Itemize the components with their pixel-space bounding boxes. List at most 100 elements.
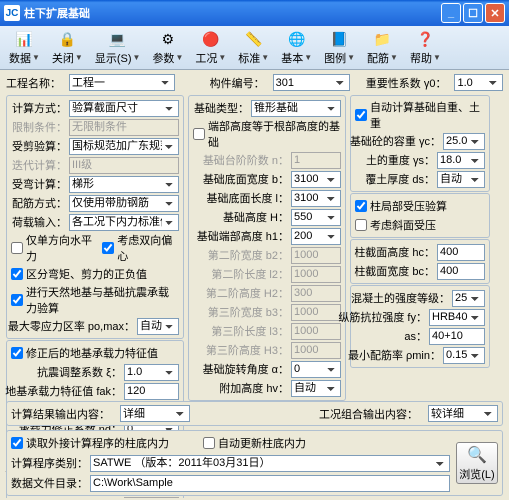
label: 柱截面高度 hc： <box>354 244 435 260</box>
field[interactable]: 梯形 <box>69 176 179 193</box>
label: 计算方式： <box>12 100 67 116</box>
label: 第三阶宽度 b3： <box>208 304 289 320</box>
label: 柱截面宽度 bc： <box>354 263 435 279</box>
toolbar-5[interactable]: 📏 标准▼ <box>233 27 274 69</box>
toolbar-7[interactable]: 📘 图例▼ <box>319 27 360 69</box>
label: 受弯计算： <box>12 176 67 192</box>
field[interactable]: 0.15 <box>443 347 485 364</box>
label: 覆土厚度 ds： <box>365 171 435 187</box>
label: 受剪验算： <box>12 138 67 154</box>
label: 限制条件： <box>12 119 67 135</box>
gamma0-label: 重要性系数 γ0： <box>366 75 447 91</box>
label: 纵筋抗拉强度 fy： <box>338 309 427 325</box>
toolbar-1[interactable]: 🔒 关闭▼ <box>47 27 88 69</box>
checkbox[interactable]: 自动更新柱底内力 <box>203 435 306 451</box>
program-type[interactable]: SATWE （版本：2011年03月31日） <box>90 455 450 472</box>
field[interactable]: 1.0 <box>124 364 179 381</box>
field[interactable]: 25 <box>452 290 485 307</box>
toolbar-icon-1: 🔒 <box>57 30 77 50</box>
field[interactable] <box>429 328 485 345</box>
app-icon: JC <box>4 5 20 21</box>
label: 基础埋置深度 d： <box>36 497 122 498</box>
maximize-button[interactable]: ☐ <box>463 3 483 23</box>
field[interactable]: 锥形基础 <box>251 100 341 117</box>
label: 迭代计算： <box>12 157 67 173</box>
field[interactable]: 550 <box>291 209 341 226</box>
field <box>291 152 341 169</box>
field <box>291 342 341 359</box>
field[interactable]: 200 <box>291 228 341 245</box>
close-button[interactable]: ✕ <box>485 3 505 23</box>
member-no-select[interactable]: 301 <box>273 74 350 91</box>
label: 配筋方式： <box>12 195 67 211</box>
field[interactable]: 国标规范加广东规范 <box>69 138 179 155</box>
field <box>291 323 341 340</box>
toolbar-icon-3: ⚙ <box>158 30 178 50</box>
field[interactable]: HRB400 <box>429 309 485 326</box>
field[interactable]: 自动 <box>137 318 179 335</box>
gamma0-select[interactable]: 1.0 <box>454 74 503 91</box>
label: 附加高度 hv： <box>219 380 289 396</box>
project-name-label: 工程名称： <box>6 75 61 91</box>
checkbox[interactable]: 考虑斜面受压 <box>355 217 436 233</box>
field[interactable]: 3100 <box>291 190 341 207</box>
field: III级 <box>69 157 179 174</box>
label: 基础底面宽度 b： <box>203 171 289 187</box>
toolbar-icon-5: 📏 <box>244 30 264 50</box>
toolbar-3[interactable]: ⚙ 参数▼ <box>147 27 188 69</box>
label: 荷载输入： <box>12 214 67 230</box>
search-icon: 🔍 <box>467 445 487 465</box>
toolbar-icon-0: 📊 <box>14 30 34 50</box>
checkbox[interactable]: 仅单方向水平力 <box>11 232 98 264</box>
field[interactable] <box>437 263 485 280</box>
browse-button[interactable]: 🔍 浏览(L) <box>456 442 498 484</box>
toolbar-icon-7: 📘 <box>330 30 350 50</box>
minimize-button[interactable]: _ <box>441 3 461 23</box>
toolbar-icon-6: 🌐 <box>287 30 307 50</box>
field <box>291 304 341 321</box>
label: 土的重度 γs： <box>366 152 435 168</box>
checkbox[interactable]: 进行天然地基与基础抗震承载力验算 <box>11 284 179 316</box>
checkbox[interactable]: 修正后的地基承载力特征值 <box>11 345 158 361</box>
toolbar-icon-4: 🔴 <box>201 30 221 50</box>
label: 基础旋转角度 α： <box>203 361 289 377</box>
field[interactable] <box>124 383 179 400</box>
field[interactable] <box>437 244 485 261</box>
label: 最大零应力区率 po,max： <box>8 318 135 334</box>
checkbox[interactable]: 自动计算基础自重、土重 <box>355 99 485 131</box>
checkbox[interactable]: 考虑双向偏心 <box>102 232 179 264</box>
checkbox[interactable]: 柱局部受压验算 <box>355 198 447 214</box>
field[interactable]: 0 <box>291 361 341 378</box>
toolbar-6[interactable]: 🌐 基本▼ <box>276 27 317 69</box>
label: 基础砼的容重 γc： <box>350 133 441 149</box>
output-detail[interactable]: 详细 <box>120 405 190 422</box>
toolbar-8[interactable]: 📁 配筋▼ <box>362 27 403 69</box>
toolbar-9[interactable]: ❓ 帮助▼ <box>405 27 446 69</box>
field <box>291 285 341 302</box>
toolbar-icon-2: 💻 <box>108 30 128 50</box>
data-dir[interactable] <box>90 475 450 492</box>
field <box>291 266 341 283</box>
checkbox[interactable]: 读取外接计算程序的柱底内力 <box>11 435 169 451</box>
checkbox[interactable]: 端部高度等于根部高度的基础 <box>193 118 341 150</box>
field[interactable]: 25.0 <box>443 133 485 150</box>
toolbar-icon-8: 📁 <box>373 30 393 50</box>
checkbox[interactable]: 区分弯矩、剪力的正负值 <box>11 266 147 282</box>
field[interactable]: 3100 <box>291 171 341 188</box>
field[interactable]: 自动 <box>291 380 341 397</box>
toolbar-0[interactable]: 📊 数据▼ <box>4 27 45 69</box>
label: 第二阶宽度 b2： <box>208 247 289 263</box>
label: 基础底面长度 l： <box>207 190 290 206</box>
toolbar-2[interactable]: 💻 显示(S)▼ <box>90 27 146 69</box>
field[interactable]: 自动 <box>437 171 485 188</box>
toolbar-4[interactable]: 🔴 工况▼ <box>190 27 231 69</box>
label: 地基承载力特征值 fak： <box>5 383 122 399</box>
field[interactable]: 18.0 <box>437 152 485 169</box>
field[interactable]: 各工况下内力标准值 <box>69 214 179 231</box>
label: 第二阶长度 l2： <box>211 266 289 282</box>
combo-output[interactable]: 较详细 <box>428 405 498 422</box>
field[interactable]: 仅使用带肋钢筋 <box>69 195 179 212</box>
label: 基础类型： <box>194 100 249 116</box>
field[interactable]: 验算截面尺寸 <box>69 100 179 117</box>
project-name-select[interactable]: 工程一 <box>69 74 175 91</box>
